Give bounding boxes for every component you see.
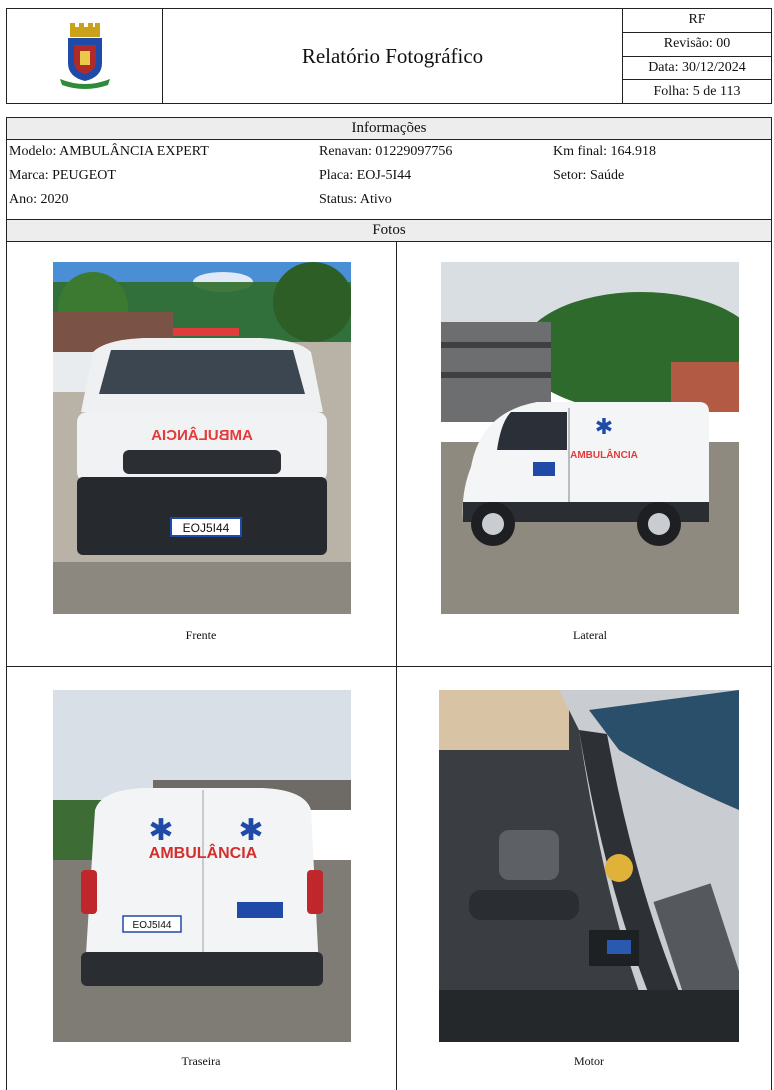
sector-field: Setor: Saúde	[553, 168, 625, 183]
info-grid: Modelo: AMBULÂNCIA EXPERT Marca: PEUGEOT…	[7, 140, 771, 220]
report-header: Relatório Fotográfico RF Revisão: 00 Dat…	[6, 8, 772, 104]
info-heading: Informações	[7, 118, 771, 140]
photo-side: AMBULÂNCIA ✱	[441, 262, 739, 614]
photo-caption: Lateral	[573, 628, 607, 642]
sheet-number: Folha: 5 de 113	[653, 83, 741, 99]
photo-rear: ✱ ✱ AMBULÂNCIA EOJ5I44	[53, 690, 351, 1042]
front-mirrored-label: AMBULÂNCIA	[151, 426, 253, 444]
revision: Revisão: 00	[623, 33, 771, 57]
photos-heading: Fotos	[7, 220, 771, 242]
model-field: Modelo: AMBULÂNCIA EXPERT	[9, 144, 209, 159]
photo-caption: Motor	[574, 1054, 604, 1068]
rear-vehicle-label: AMBULÂNCIA	[149, 843, 258, 862]
rear-plate-text: EOJ5I44	[133, 920, 172, 931]
photo-caption: Traseira	[181, 1054, 221, 1068]
svg-text:✱: ✱	[238, 813, 263, 848]
vehicle-info-section: Informações Modelo: AMBULÂNCIA EXPERT Ma…	[6, 117, 772, 220]
photo-grid: EOJ5I44 AMBULÂNCIA Frente AMBULÂNCIA ✱ L…	[7, 242, 771, 1090]
brand-field: Marca: PEUGEOT	[9, 168, 116, 183]
svg-text:✱: ✱	[148, 813, 173, 848]
renavan-field: Renavan: 01229097756	[319, 144, 453, 159]
report-title: Relatório Fotográfico	[163, 9, 623, 103]
side-vehicle-label: AMBULÂNCIA	[570, 448, 638, 461]
grid-divider-horizontal	[7, 666, 771, 667]
photo-caption: Frente	[185, 628, 217, 642]
photo-front: EOJ5I44 AMBULÂNCIA	[53, 262, 351, 614]
photos-section: Fotos EOJ5I44 AMBULÂNCIA Frente AMBULÂNC…	[6, 220, 772, 1090]
municipal-logo-cell	[7, 9, 163, 103]
document-code: RF	[623, 9, 771, 33]
status-field: Status: Ativo	[319, 192, 392, 207]
document-meta: RF Revisão: 00 Data: 30/12/2024 Folha: 5…	[623, 9, 771, 103]
photo-engine	[439, 690, 739, 1042]
plate-field: Placa: EOJ-5I44	[319, 168, 412, 183]
km-field: Km final: 164.918	[553, 144, 657, 159]
document-date: Data: 30/12/2024	[623, 57, 771, 81]
year-field: Ano: 2020	[9, 192, 69, 207]
front-plate-text: EOJ5I44	[183, 521, 230, 535]
coat-of-arms-logo	[59, 23, 110, 89]
svg-text:✱: ✱	[595, 415, 613, 440]
